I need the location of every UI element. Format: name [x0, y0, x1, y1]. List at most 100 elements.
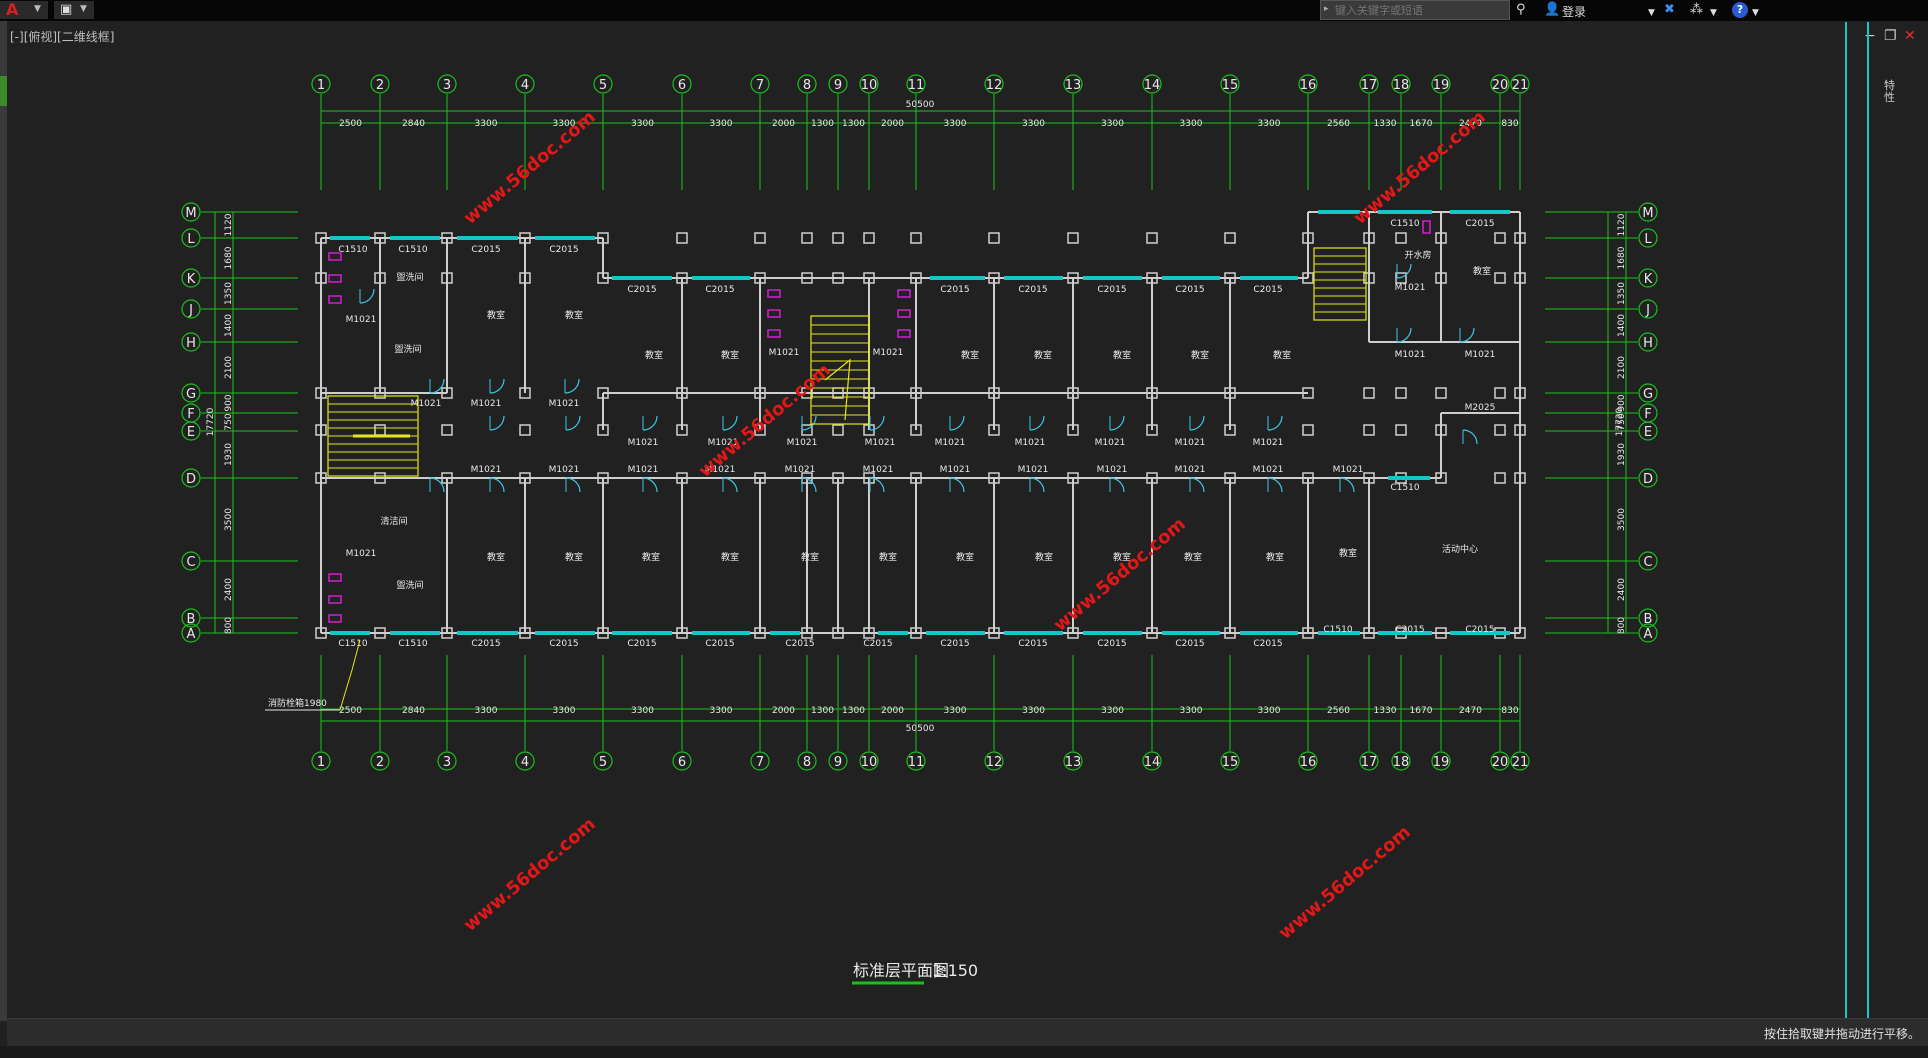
window [457, 631, 518, 635]
door-tag: M1021 [1333, 465, 1364, 475]
axis-label: C [1643, 555, 1652, 570]
dimension-label: 1330 [1374, 119, 1397, 129]
axis-label: F [1644, 407, 1651, 422]
axis-label: 20 [1492, 78, 1509, 93]
axis-label: 14 [1144, 78, 1161, 93]
axis-label: 1 [317, 78, 325, 93]
structural-column [676, 232, 688, 244]
door-swing [949, 477, 965, 493]
toilet-fixture [767, 329, 781, 338]
door-swing [801, 415, 817, 431]
dimension-label: 800 [224, 617, 234, 634]
axis-label: 13 [1065, 755, 1082, 770]
dimension-label: 1300 [842, 119, 865, 129]
structural-column [801, 232, 813, 244]
door-tag: M1021 [940, 465, 971, 475]
window-tag: C1510 [338, 245, 367, 255]
axis-label: 10 [861, 755, 878, 770]
window-tag: C2015 [1018, 285, 1047, 295]
door-swing [565, 477, 581, 493]
drawing-canvas[interactable]: 2500 2840 3300 3300 3300 3300 2000 1300 1300 2000… [0, 0, 1928, 1058]
stairwell-right [1313, 247, 1367, 321]
window [1162, 276, 1220, 280]
window-bottom-edge [0, 1046, 1928, 1058]
door-tag: M1021 [628, 438, 659, 448]
door-tag: M1021 [471, 465, 502, 475]
axis-label: H [1643, 336, 1653, 351]
dimension-label: 3300 [1180, 706, 1203, 716]
structural-column [863, 232, 875, 244]
axis-label: E [187, 425, 195, 440]
window [1004, 276, 1063, 280]
status-message: 按住拾取键并拖动进行平移。 [1763, 1027, 1920, 1041]
axis-label: J [188, 303, 193, 318]
annotation-text: 消防栓箱1980 [268, 697, 327, 709]
dimension-label: 3300 [1180, 119, 1203, 129]
door-swing [642, 415, 658, 431]
dimension-label: 2840 [402, 119, 425, 129]
window-tag: C2015 [940, 639, 969, 649]
axis-label: 8 [803, 755, 811, 770]
window-tag: C2015 [549, 639, 578, 649]
axis-label: 6 [678, 78, 686, 93]
dimension-label: 800 [1617, 617, 1627, 634]
window [1240, 631, 1298, 635]
door-tag: M1021 [1175, 465, 1206, 475]
room-label: 教室 [1273, 349, 1291, 361]
door-swing [359, 288, 375, 304]
axis-label: K [1644, 272, 1653, 287]
dimension-label: 900 [224, 394, 234, 411]
structural-column [1395, 424, 1407, 436]
structural-column [441, 424, 453, 436]
axis-label: 16 [1300, 755, 1317, 770]
window-tag: C1510 [1323, 625, 1352, 635]
room-label: 教室 [879, 551, 897, 563]
room-label: 教室 [1113, 349, 1131, 361]
room-label: 教室 [1191, 349, 1209, 361]
door-swing [1029, 415, 1045, 431]
window [1240, 276, 1298, 280]
door-tag: M1021 [346, 315, 377, 325]
axis-label: 11 [908, 78, 925, 93]
dimension-label: 3500 [1617, 508, 1627, 531]
structural-column [1146, 232, 1158, 244]
dimension-label: 2100 [224, 356, 234, 379]
dimension-label: 2500 [339, 706, 362, 716]
axis-label: 4 [521, 78, 529, 93]
window [926, 631, 985, 635]
door-tag: M1021 [873, 348, 904, 358]
watermark-text: www.56doc.com [695, 360, 835, 482]
window-tag: C2015 [705, 639, 734, 649]
room-label: 开水房 [1404, 249, 1431, 261]
axis-label: D [1643, 472, 1653, 487]
door-swing [1267, 415, 1283, 431]
window-tag: C2015 [1253, 285, 1282, 295]
axis-label: C [186, 555, 195, 570]
status-bar: 按住拾取键并拖动进行平移。 [7, 1018, 1928, 1047]
door-tag: M1021 [1018, 465, 1049, 475]
window-tag: C1510 [398, 245, 427, 255]
door-tag: M1021 [471, 399, 502, 409]
dimension-label: 2100 [1617, 356, 1627, 379]
window [330, 236, 370, 240]
annotation-leader [339, 639, 361, 711]
axis-label: 16 [1300, 78, 1317, 93]
window-tag: C2015 [705, 285, 734, 295]
door-tag: M1021 [1097, 465, 1128, 475]
watermarks: www.56doc.com www.56doc.com www.56doc.com w… [460, 107, 1490, 944]
room-label: 教室 [642, 551, 660, 563]
room-label: 盥洗间 [396, 579, 423, 591]
axis-label: K [187, 272, 196, 287]
window-tag: C2015 [1175, 639, 1204, 649]
side-total-label: 17720 [206, 407, 216, 436]
grid-lines [201, 94, 1638, 751]
axis-label: A [1644, 627, 1653, 642]
toilet-fixture [328, 274, 342, 283]
dimension-label: 1670 [1410, 119, 1433, 129]
door-swing [869, 415, 885, 431]
door-tag: M1021 [549, 465, 580, 475]
dimension-label: 2560 [1327, 706, 1350, 716]
room-label: 教室 [1473, 265, 1491, 277]
axis-label: H [186, 336, 196, 351]
door-tag: M2025 [1465, 403, 1496, 413]
